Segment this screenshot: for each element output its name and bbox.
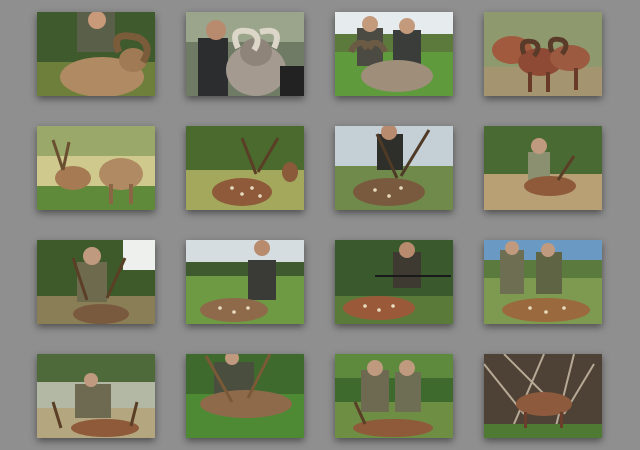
gallery-photo-5[interactable]: [37, 126, 155, 210]
gallery-photo-7[interactable]: [335, 126, 453, 210]
gallery-photo-6[interactable]: [186, 126, 304, 210]
hunter-with-ram-image: [37, 12, 155, 96]
gallery-photo-4[interactable]: [484, 12, 602, 96]
gallery-photo-10[interactable]: [186, 240, 304, 324]
hunter-with-ram-image: [186, 12, 304, 96]
gallery-photo-2[interactable]: [186, 12, 304, 96]
gallery-photo-14[interactable]: [186, 354, 304, 438]
gallery-photo-13[interactable]: [37, 354, 155, 438]
gallery-photo-9[interactable]: [37, 240, 155, 324]
red-sheep-herd-image: [484, 12, 602, 96]
hunter-with-axis-buck-image: [37, 354, 155, 438]
two-hunters-with-axis-deer-image: [484, 240, 602, 324]
hunter-with-axis-deer-image: [484, 126, 602, 210]
gallery-photo-11[interactable]: [335, 240, 453, 324]
hunter-with-axis-buck-image: [335, 126, 453, 210]
hunter-with-axis-deer-image: [335, 240, 453, 324]
hunter-with-axis-buck-image: [37, 240, 155, 324]
hunter-with-axis-deer-image: [186, 240, 304, 324]
gallery-photo-15[interactable]: [335, 354, 453, 438]
gallery-photo-3[interactable]: [335, 12, 453, 96]
two-hunters-with-axis-buck-image: [335, 354, 453, 438]
axis-deer-pair-image: [37, 126, 155, 210]
photo-gallery-grid: [0, 0, 640, 450]
hunter-with-axis-buck-image: [186, 354, 304, 438]
gallery-photo-16[interactable]: [484, 354, 602, 438]
two-hunters-with-ram-image: [335, 12, 453, 96]
gallery-photo-1[interactable]: [37, 12, 155, 96]
sheep-in-brush-image: [484, 354, 602, 438]
gallery-photo-8[interactable]: [484, 126, 602, 210]
axis-deer-buck-image: [186, 126, 304, 210]
gallery-photo-12[interactable]: [484, 240, 602, 324]
